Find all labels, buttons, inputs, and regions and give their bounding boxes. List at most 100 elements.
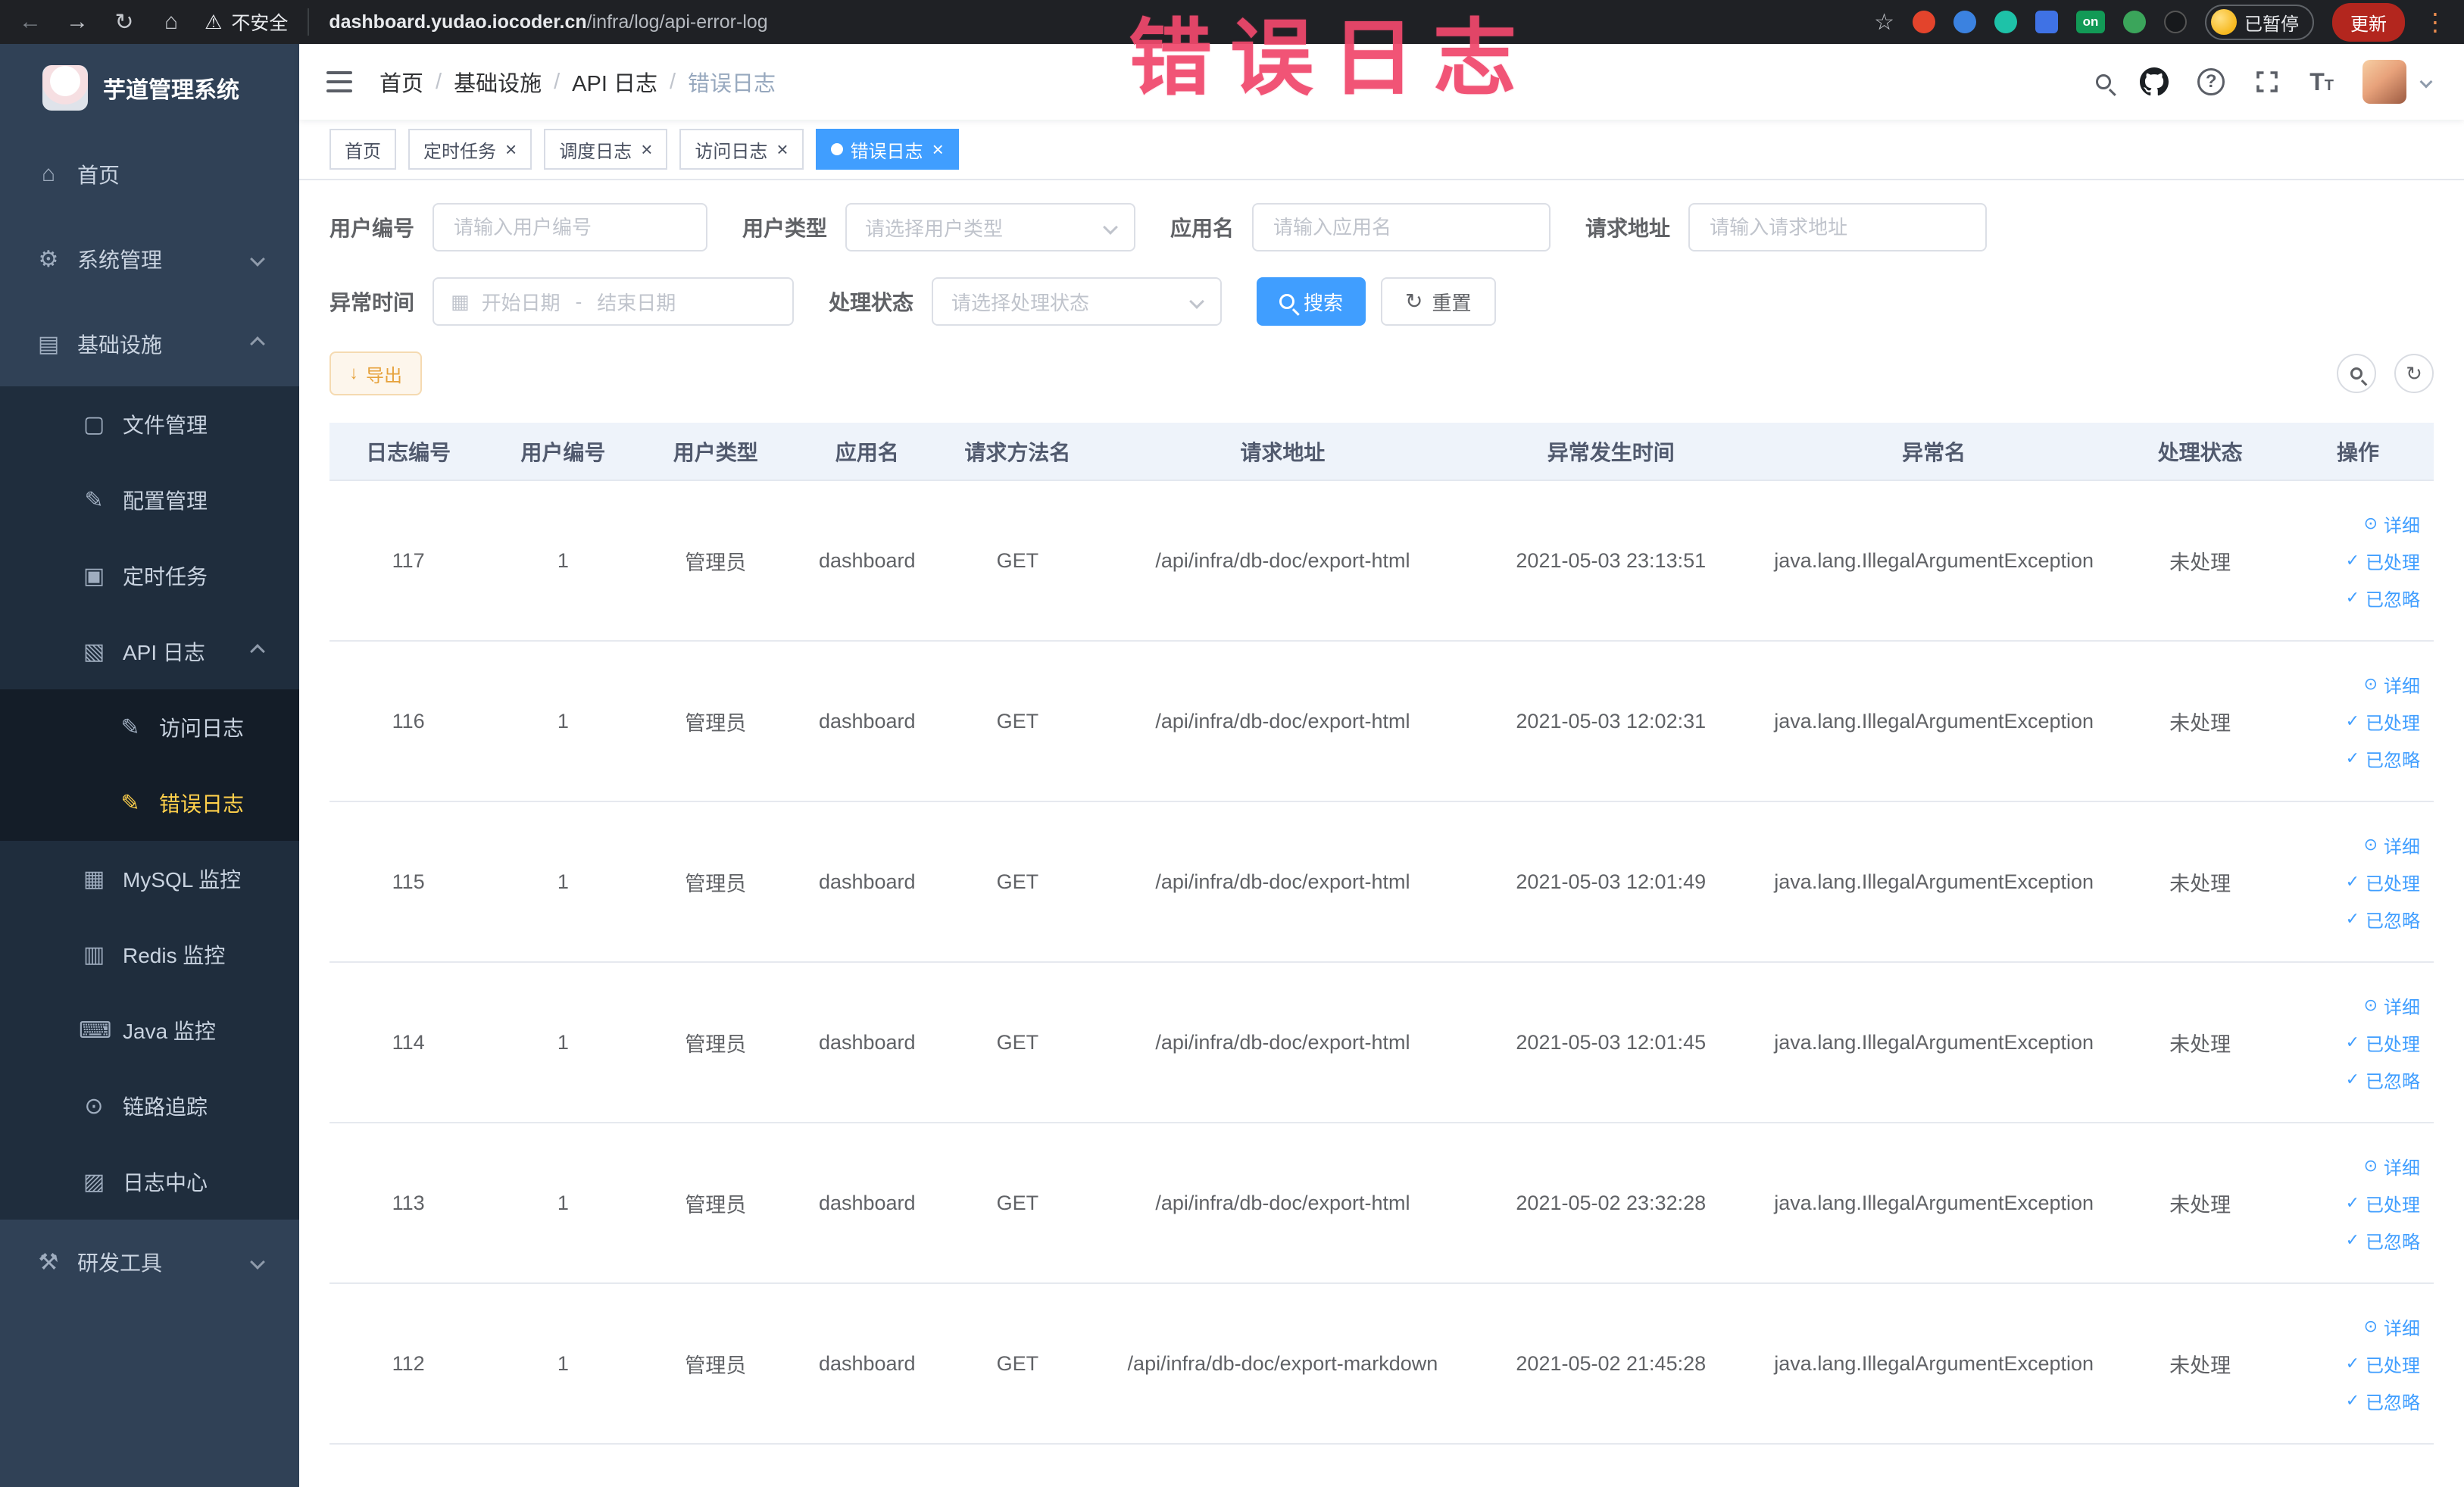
- extension-on-badge[interactable]: on: [2076, 11, 2105, 33]
- ignored-link[interactable]: ✓ 已忽略: [2346, 1388, 2420, 1414]
- select-placeholder: 请选择用户类型: [865, 217, 1004, 240]
- detail-link[interactable]: ⊙ 详细: [2364, 832, 2420, 858]
- sidebar-item-error-log[interactable]: ✎ 错误日志: [0, 765, 299, 841]
- ignored-link[interactable]: ✓ 已忽略: [2346, 585, 2420, 611]
- processed-link[interactable]: ✓ 已处理: [2346, 548, 2420, 574]
- detail-link[interactable]: ⊙ 详细: [2364, 1153, 2420, 1179]
- ignored-link[interactable]: ✓ 已忽略: [2346, 1227, 2420, 1254]
- extension-icon[interactable]: [1994, 11, 2017, 33]
- cell-exception-time: 2021-05-03 12:01:45: [1472, 962, 1750, 1123]
- cell-method: GET: [942, 641, 1094, 802]
- select-placeholder: 请选择处理状态: [951, 291, 1090, 314]
- bookmark-star-icon[interactable]: ☆: [1874, 9, 1894, 36]
- sidebar-item-file[interactable]: ▢ 文件管理: [0, 386, 299, 462]
- github-icon[interactable]: [2140, 67, 2169, 96]
- back-icon[interactable]: ←: [17, 9, 44, 35]
- export-button[interactable]: ↓ 导出: [329, 351, 422, 395]
- app-name-input[interactable]: [1252, 203, 1551, 251]
- sidebar-item-log-center[interactable]: ▨ 日志中心: [0, 1144, 299, 1220]
- sidebar-item-infra[interactable]: ▤ 基础设施: [0, 301, 299, 386]
- reload-icon[interactable]: ↻: [111, 9, 138, 36]
- extension-icon[interactable]: [2123, 11, 2146, 33]
- detail-link[interactable]: ⊙ 详细: [2364, 1314, 2420, 1340]
- forward-icon[interactable]: →: [64, 9, 91, 35]
- request-url-input[interactable]: [1688, 203, 1988, 251]
- sidebar-item-timer[interactable]: ▣ 定时任务: [0, 538, 299, 614]
- breadcrumb-item[interactable]: API 日志: [572, 66, 657, 98]
- cell-app-name: dashboard: [792, 1283, 942, 1445]
- processed-link[interactable]: ✓ 已处理: [2346, 1351, 2420, 1377]
- font-size-icon[interactable]: TT: [2309, 68, 2334, 96]
- extension-icon[interactable]: [2035, 11, 2058, 33]
- detail-link[interactable]: ⊙ 详细: [2364, 992, 2420, 1019]
- processed-link[interactable]: ✓ 已处理: [2346, 1029, 2420, 1056]
- security-chip[interactable]: ⚠ 不安全: [205, 8, 310, 36]
- extension-icon[interactable]: [1953, 11, 1976, 33]
- detail-link[interactable]: ⊙ 详细: [2364, 671, 2420, 698]
- view-tab[interactable]: 调度日志 ×: [544, 129, 668, 170]
- chevron-up-icon: [250, 336, 265, 351]
- processed-link[interactable]: ✓ 已处理: [2346, 708, 2420, 735]
- close-icon[interactable]: ×: [932, 139, 944, 159]
- user-type-select[interactable]: 请选择用户类型: [845, 203, 1136, 251]
- processed-link[interactable]: ✓ 已处理: [2346, 869, 2420, 895]
- sidebar-item-home[interactable]: ⌂ 首页: [0, 132, 299, 217]
- view-tab[interactable]: 首页: [329, 129, 396, 170]
- exception-time-range[interactable]: ▦ 开始日期 - 结束日期: [433, 277, 795, 326]
- action-label: 详细: [2384, 676, 2420, 697]
- reset-button[interactable]: ↻ 重置: [1381, 277, 1496, 326]
- extension-icon[interactable]: [1913, 11, 1935, 33]
- breadcrumb-item[interactable]: 基础设施: [454, 66, 542, 98]
- sidebar-item-access-log[interactable]: ✎ 访问日志: [0, 689, 299, 765]
- close-icon[interactable]: ×: [641, 139, 652, 159]
- sidebar-item-tools[interactable]: ⚒ 研发工具: [0, 1220, 299, 1304]
- sidebar-item-trace[interactable]: ⊙ 链路追踪: [0, 1068, 299, 1144]
- close-icon[interactable]: ×: [776, 139, 788, 159]
- ignored-link[interactable]: ✓ 已忽略: [2346, 906, 2420, 932]
- calendar-icon: ▦: [451, 289, 470, 313]
- processed-link[interactable]: ✓ 已处理: [2346, 1190, 2420, 1217]
- cell-user-id: 1: [487, 1283, 639, 1445]
- cell-log-id: 114: [329, 962, 488, 1123]
- address-bar[interactable]: dashboard.yudao.iocoder.cn/infra/log/api…: [329, 11, 767, 33]
- browser-update-button[interactable]: 更新: [2332, 2, 2405, 42]
- toggle-search-button[interactable]: [2337, 354, 2376, 393]
- sidebar-item-mysql[interactable]: ▦ MySQL 监控: [0, 841, 299, 917]
- sidebar-item-redis[interactable]: ▥ Redis 监控: [0, 917, 299, 992]
- view-tab[interactable]: 定时任务 ×: [408, 129, 532, 170]
- search-icon[interactable]: [2096, 74, 2112, 89]
- browser-home-icon[interactable]: ⌂: [158, 9, 185, 35]
- breadcrumb-separator: /: [554, 69, 561, 94]
- tags-view: 首页 定时任务 × 调度日志 × 访问日志 × 错误日志 ×: [299, 120, 2464, 180]
- cell-operations: ⊙ 详细 ✓ 已处理 ✓ 已忽略: [2281, 1123, 2434, 1284]
- sidebar-item-gear[interactable]: ⚙ 系统管理: [0, 217, 299, 301]
- user-avatar[interactable]: [2363, 60, 2406, 104]
- search-button[interactable]: 搜索: [1257, 277, 1366, 326]
- ignored-link[interactable]: ✓ 已忽略: [2346, 1067, 2420, 1093]
- close-icon[interactable]: ×: [505, 139, 517, 159]
- sidebar-item-label: 访问日志: [159, 717, 245, 740]
- user-id-input[interactable]: [433, 203, 708, 251]
- fullscreen-icon[interactable]: [2253, 68, 2281, 95]
- sidebar-item-java[interactable]: ⌨ Java 监控: [0, 992, 299, 1068]
- help-icon[interactable]: ?: [2197, 68, 2225, 95]
- chevron-down-icon[interactable]: [2419, 75, 2433, 89]
- app-logo[interactable]: 芋道管理系统: [0, 44, 299, 132]
- process-status-select[interactable]: 请选择处理状态: [932, 277, 1223, 326]
- detail-link[interactable]: ⊙ 详细: [2364, 511, 2420, 537]
- check-icon: ✓: [2345, 551, 2359, 570]
- refresh-table-button[interactable]: ↻: [2394, 354, 2434, 393]
- view-tab[interactable]: 错误日志 ×: [815, 129, 959, 170]
- sidebar-item-config[interactable]: ✎ 配置管理: [0, 462, 299, 538]
- extension-icon[interactable]: [2164, 11, 2187, 33]
- trace-icon: ⊙: [84, 1093, 104, 1119]
- action-label: 已忽略: [2366, 589, 2420, 611]
- ignored-link[interactable]: ✓ 已忽略: [2346, 745, 2420, 772]
- hamburger-icon[interactable]: [299, 71, 379, 92]
- sidebar-item-api-log[interactable]: ▧ API 日志: [0, 614, 299, 689]
- breadcrumb-item[interactable]: 首页: [379, 66, 423, 98]
- view-tab[interactable]: 访问日志 ×: [679, 129, 804, 170]
- browser-menu-icon[interactable]: ⋮: [2423, 8, 2447, 36]
- paused-badge[interactable]: 已暂停: [2205, 4, 2314, 40]
- chevron-down-icon: [1103, 220, 1118, 235]
